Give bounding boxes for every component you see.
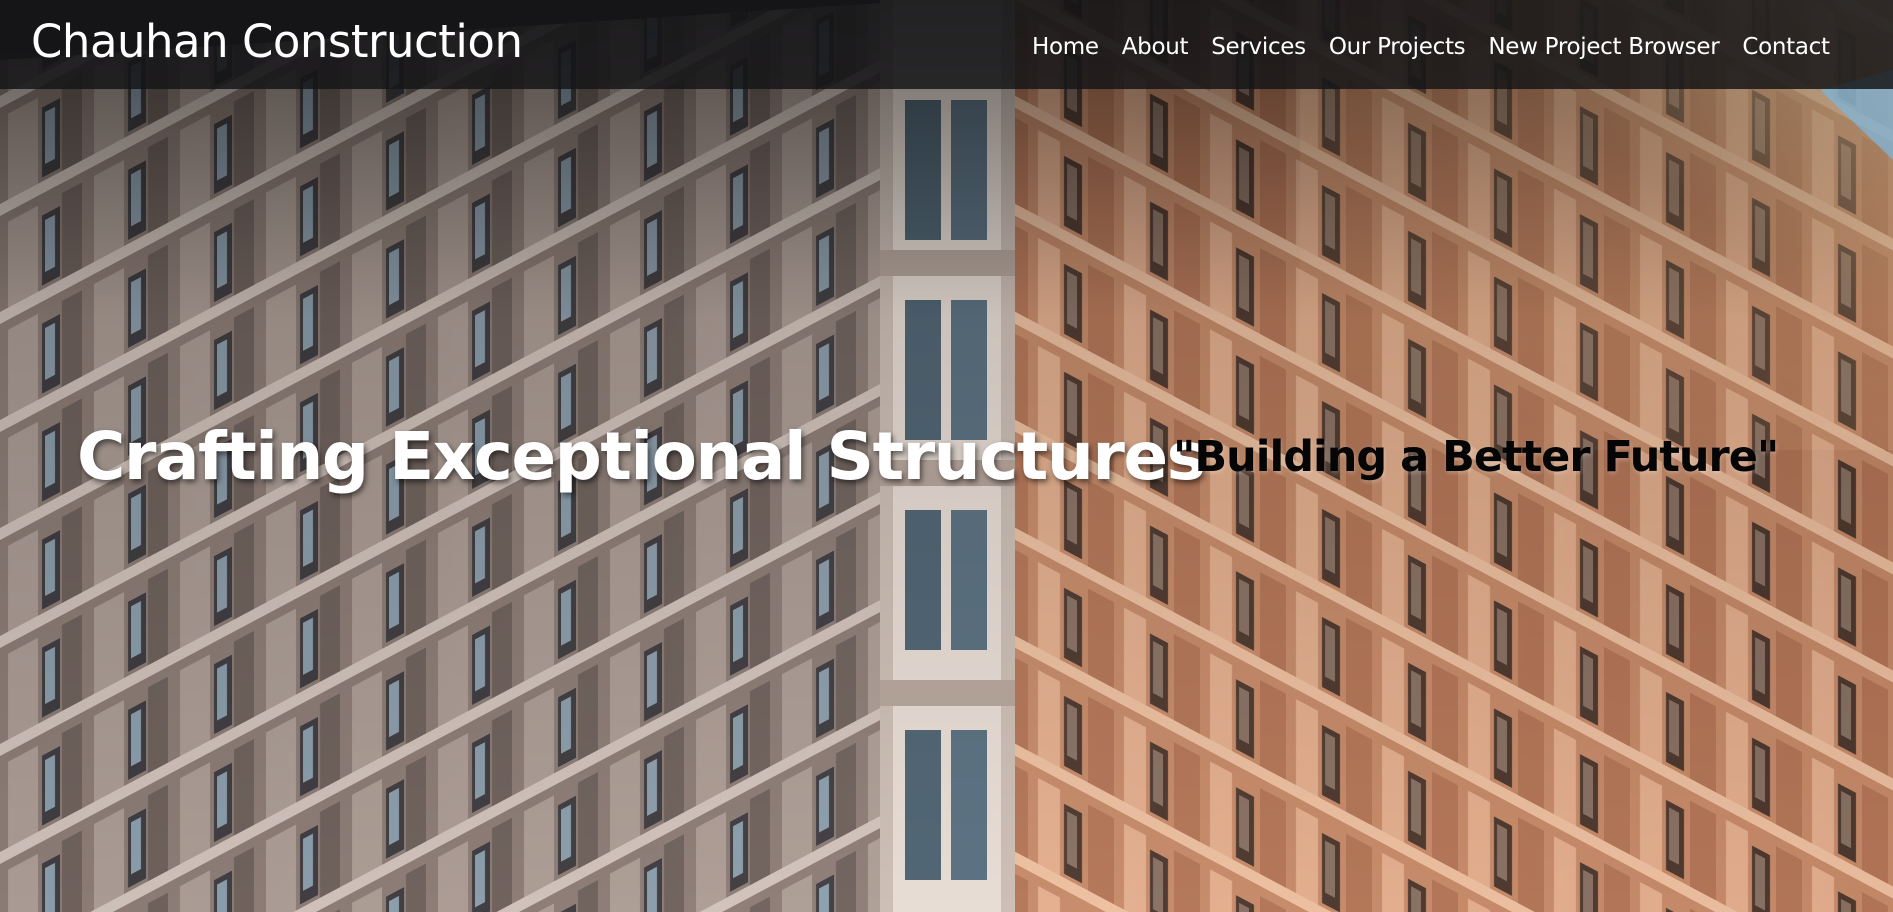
nav-about[interactable]: About xyxy=(1122,30,1189,64)
navbar: Chauhan Construction Home About Services… xyxy=(0,0,1893,89)
nav-home[interactable]: Home xyxy=(1032,30,1099,64)
hero-section: Chauhan Construction Home About Services… xyxy=(0,0,1893,912)
hero-headline: Crafting Exceptional Structures xyxy=(77,418,1206,495)
nav-contact[interactable]: Contact xyxy=(1742,30,1830,64)
nav-our-projects[interactable]: Our Projects xyxy=(1329,30,1466,64)
nav-services[interactable]: Services xyxy=(1211,30,1306,64)
hero-tagline: "Building a Better Future" xyxy=(1173,432,1779,482)
main-nav: Home About Services Our Projects New Pro… xyxy=(1032,30,1830,64)
brand-logo-text[interactable]: Chauhan Construction xyxy=(31,13,523,71)
nav-new-project-browser[interactable]: New Project Browser xyxy=(1488,30,1719,64)
